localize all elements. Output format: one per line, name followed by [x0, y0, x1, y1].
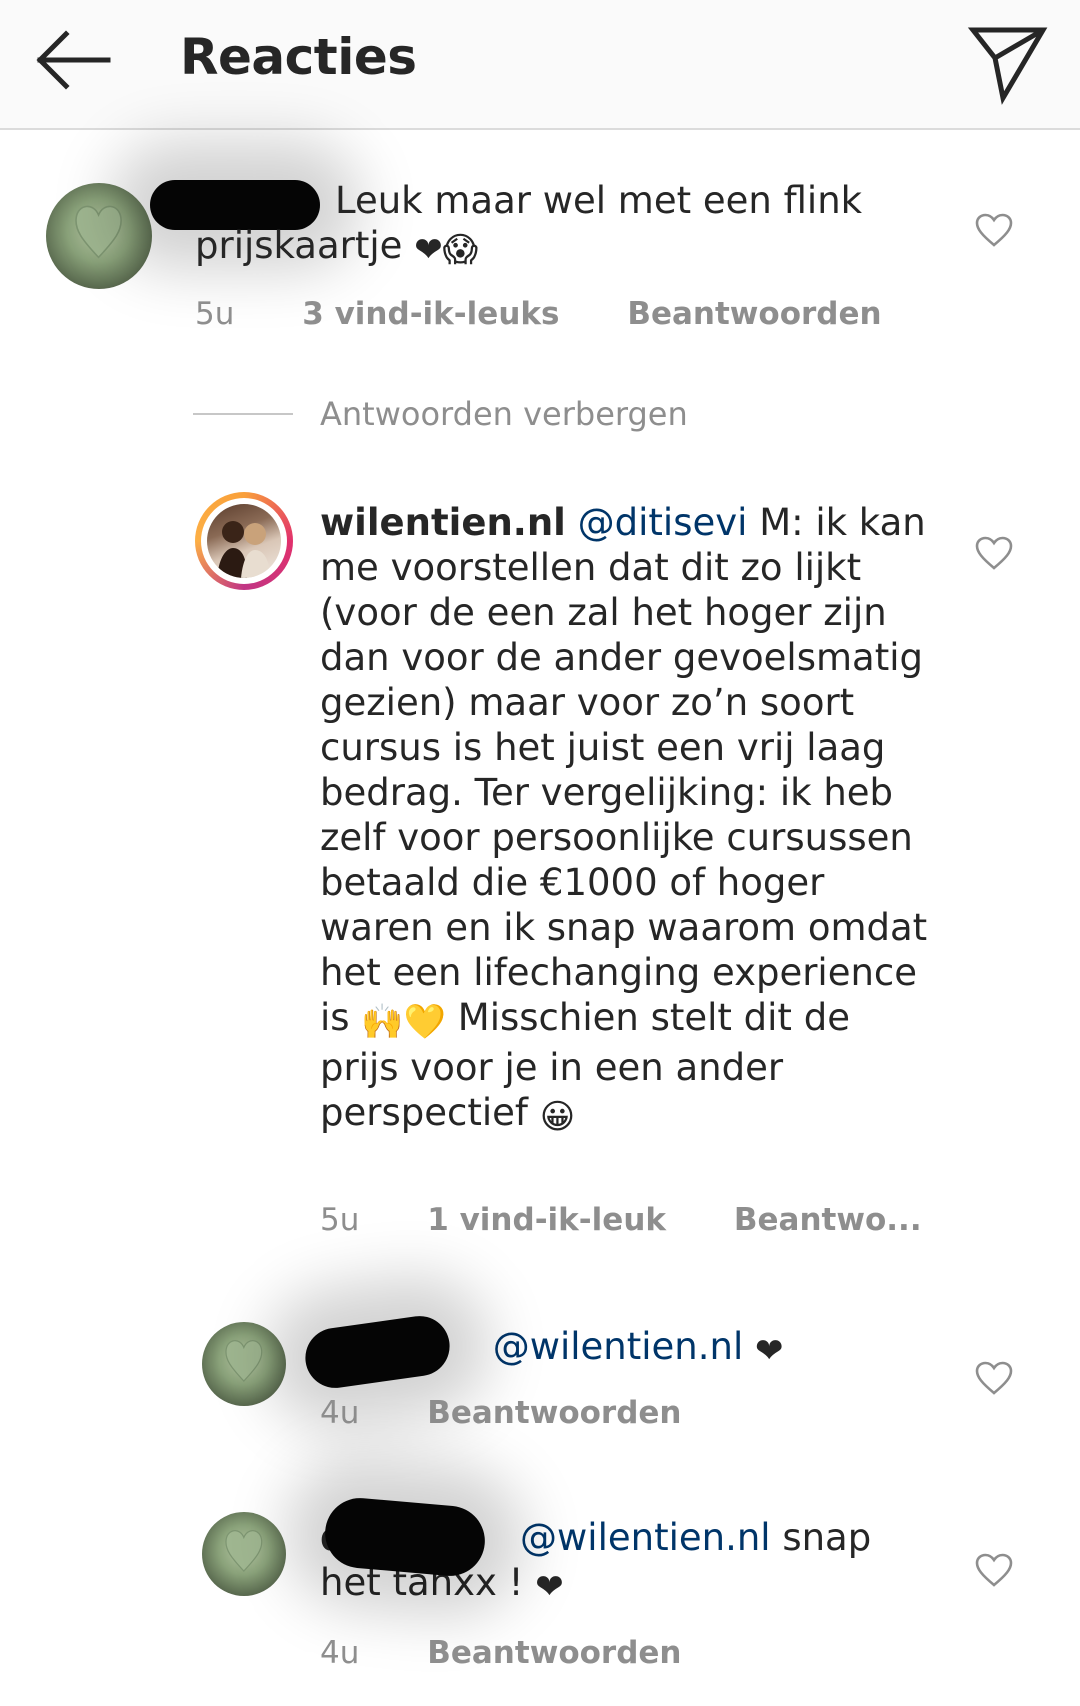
- reply-mention[interactable]: @wilentien.nl: [520, 1516, 771, 1559]
- heart-plant-icon: [75, 205, 123, 259]
- reply-time: 5u: [320, 1202, 360, 1238]
- reply-emoji-heart: ❤: [535, 1567, 564, 1607]
- commenter-avatar[interactable]: [202, 1512, 286, 1596]
- reply-meta: 4u Beantwoorden: [320, 1395, 682, 1431]
- reply-mention[interactable]: @ditisevi: [578, 501, 748, 544]
- comment-meta: 5u 3 vind-ik-leuks Beantwoorden: [195, 296, 882, 332]
- divider-line: [193, 413, 293, 415]
- profile-photo: [207, 504, 281, 578]
- comment-likes[interactable]: 3 vind-ik-leuks: [302, 296, 559, 332]
- reply-username[interactable]: wilentien.nl: [320, 501, 566, 544]
- like-heart-icon[interactable]: [974, 1552, 1014, 1588]
- hide-replies-button[interactable]: Antwoorden verbergen: [320, 395, 688, 433]
- reply-mention[interactable]: @wilentien.nl: [493, 1325, 744, 1368]
- two-people-icon: [217, 521, 271, 578]
- reply-text: wilentien.nl @ditisevi M: ik kan me voor…: [320, 501, 928, 1137]
- like-heart-icon[interactable]: [974, 212, 1014, 248]
- reply-time: 4u: [320, 1395, 360, 1431]
- back-button[interactable]: [30, 20, 120, 100]
- commenter-avatar[interactable]: [202, 1322, 286, 1406]
- reply-meta: 5u 1 vind-ik-leuk Beantwo...: [320, 1202, 922, 1238]
- share-button[interactable]: [965, 20, 1050, 105]
- reply-button[interactable]: Beantwoorden: [427, 1635, 681, 1671]
- reply-time: 4u: [320, 1635, 360, 1671]
- page-title: Reacties: [180, 28, 417, 86]
- author-avatar[interactable]: [195, 492, 293, 590]
- reply-likes[interactable]: 1 vind-ik-leuk: [427, 1202, 666, 1238]
- reply-emoji-hands: 🙌💛: [361, 1002, 446, 1042]
- reply-button[interactable]: Beantwo...: [734, 1202, 922, 1238]
- reply-emoji-heart: ❤: [755, 1331, 784, 1371]
- reply-meta: 4u Beantwoorden: [320, 1635, 682, 1671]
- reply-emoji-smile: 😀: [539, 1097, 576, 1137]
- like-heart-icon[interactable]: [974, 1360, 1014, 1396]
- arrow-left-icon: [36, 30, 111, 90]
- paper-plane-icon: [967, 27, 1048, 105]
- comment-text: Leuk maar wel met een flink prijskaartje…: [195, 179, 863, 270]
- comment-time: 5u: [195, 296, 235, 332]
- commenter-avatar[interactable]: [46, 183, 152, 289]
- top-bar: Reacties: [0, 0, 1080, 130]
- heart-plant-icon: [225, 1339, 263, 1382]
- comment-emoji: ❤😱: [414, 230, 479, 270]
- like-heart-icon[interactable]: [974, 535, 1014, 571]
- reply-button[interactable]: Beantwoorden: [427, 1395, 681, 1431]
- heart-plant-icon: [225, 1529, 263, 1572]
- reply-button[interactable]: Beantwoorden: [627, 296, 881, 332]
